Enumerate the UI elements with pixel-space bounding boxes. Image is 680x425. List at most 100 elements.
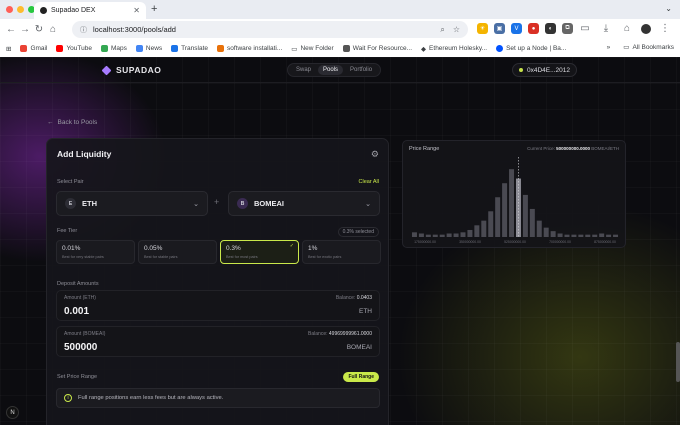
amount-bomeai-input[interactable]: 500000 [64, 342, 97, 353]
nextjs-dev-badge[interactable]: N [6, 406, 19, 419]
nav-pools[interactable]: Pools [318, 65, 344, 75]
histogram-bar [578, 234, 584, 237]
minimize-window-button[interactable] [17, 6, 24, 13]
amount-eth-label: Amount (ETH) [64, 295, 96, 301]
extension-badge-icon[interactable]: ▣ [494, 23, 505, 34]
x-tick-label: 700000000.00 [549, 240, 571, 244]
bookmark-news[interactable]: News [135, 45, 162, 52]
bookmark-translate[interactable]: Translate [171, 45, 208, 52]
fee-tier-1[interactable]: 1% Best for exotic pairs [302, 240, 381, 264]
new-tab-button[interactable]: + [151, 3, 157, 15]
base-icon [496, 45, 504, 52]
all-bookmarks[interactable]: » ▭ All Bookmarks [607, 43, 674, 52]
token-b-select[interactable]: B BOMEAI ⌄ [228, 191, 380, 216]
fee-tier-0-05[interactable]: 0.05% Best for stable pairs [138, 240, 217, 264]
token-a-select[interactable]: E ETH ⌄ [56, 191, 208, 216]
toolbar-right: ▭ ⤓ ⌂ ⋮ [578, 23, 672, 34]
histogram-bar [543, 227, 549, 237]
fee-tier-0-3[interactable]: 0.3% Best for most pairs ✓ [220, 240, 299, 264]
histogram-bar [550, 231, 556, 237]
reload-icon[interactable]: ↻ [32, 24, 46, 35]
fee-desc: Best for most pairs [226, 255, 258, 259]
bookmark-new-folder[interactable]: ▭ New Folder [291, 45, 333, 53]
download-icon[interactable]: ⤓ [599, 23, 613, 34]
browser-tab[interactable]: Supadao DEX ✕ [34, 2, 146, 19]
folder-icon: ▭ [623, 44, 630, 51]
check-icon: ✓ [289, 243, 294, 249]
amount-eth-symbol: ETH [359, 308, 372, 315]
address-bar[interactable]: ⓘ localhost:3000/pools/add ⌕ ☆ [72, 21, 468, 38]
eth-token-icon: E [65, 198, 76, 209]
forward-arrow-icon[interactable]: → [18, 24, 32, 35]
profile-lock-icon[interactable]: ⌂ [620, 23, 634, 34]
amount-bomeai-label: Amount (BOMEAI) [64, 331, 106, 337]
fee-value: 1% [308, 245, 318, 252]
home-icon[interactable]: ⌂ [46, 24, 60, 35]
bookmark-maps[interactable]: Maps [100, 45, 127, 52]
close-window-button[interactable] [6, 6, 13, 13]
avatar[interactable] [641, 23, 651, 34]
fee-value: 0.05% [144, 245, 163, 252]
histogram-bar [557, 233, 563, 237]
fee-tier-0-01[interactable]: 0.01% Best for very stable pairs [56, 240, 135, 264]
extension-dark-icon[interactable]: ◐ [545, 23, 556, 34]
bookmark-youtube[interactable]: YouTube [56, 45, 92, 52]
page-scrollbar[interactable] [676, 342, 680, 382]
wallet-button[interactable]: 0x4D4E...2012 [512, 63, 578, 77]
bookmark-star-icon[interactable]: ☆ [453, 25, 460, 35]
amount-eth-input[interactable]: 0.001 [64, 306, 89, 317]
url-text: localhost:3000/pools/add [93, 25, 176, 34]
fee-value: 0.3% [226, 245, 241, 252]
bookmark-gmail[interactable]: Gmail [20, 45, 47, 52]
apps-grid-icon[interactable]: ⊞ [6, 45, 11, 53]
news-icon [135, 45, 143, 52]
gmail-icon [20, 45, 28, 52]
x-tick-label: 875000000.00 [594, 240, 616, 244]
bookmark-wait-for-resource[interactable]: Wait For Resource... [342, 45, 412, 52]
histogram-bar [592, 234, 598, 237]
chevron-down-icon: ⌄ [193, 200, 199, 208]
amount-bomeai-box: Amount (BOMEAI) 500000 Balance: 49969999… [56, 326, 380, 357]
extension-red-icon[interactable]: ● [528, 23, 539, 34]
zoom-icon[interactable]: ⌕ [440, 25, 444, 35]
clear-all-button[interactable]: Clear All [359, 179, 379, 185]
chevron-down-icon: ⌄ [365, 200, 371, 208]
bookmark-set-up-node[interactable]: Set up a Node | Ba... [496, 45, 566, 52]
extensions-puzzle-icon[interactable]: ⧉ [562, 23, 573, 34]
eth-balance: Balance: 0.0403 [335, 295, 372, 301]
info-text: Full range positions earn less fees but … [78, 395, 224, 401]
histogram-bar [432, 234, 438, 237]
fee-desc: Best for stable pairs [144, 255, 178, 259]
extension-v-icon[interactable]: V [511, 23, 522, 34]
cast-icon[interactable]: ▭ [578, 23, 592, 34]
browser-chrome: Supadao DEX ✕ + ⌄ ← → ↻ ⌂ ⓘ localhost:30… [0, 0, 680, 57]
bookmark-software[interactable]: software installati... [217, 45, 282, 52]
tab-close-icon[interactable]: ✕ [133, 6, 140, 15]
amount-eth-box: Amount (ETH) 0.001 Balance: 0.0403 ETH [56, 290, 380, 321]
nav-swap[interactable]: Swap [291, 65, 316, 75]
menu-dots-icon[interactable]: ⋮ [658, 23, 672, 34]
settings-gear-icon[interactable]: ⚙ [371, 149, 379, 160]
token-b-symbol: BOMEAI [254, 199, 284, 208]
logo-diamond-icon [101, 65, 112, 75]
brand-logo[interactable]: SUPADAO [101, 65, 161, 75]
histogram-bar [453, 233, 459, 237]
histogram-bar [599, 233, 605, 237]
back-arrow-icon: ← [47, 119, 54, 126]
site-info-icon[interactable]: ⓘ [80, 25, 87, 35]
nav-portfolio[interactable]: Portfolio [345, 65, 377, 75]
panel-title: Add Liquidity [57, 149, 112, 159]
app-page: SUPADAO Swap Pools Portfolio 0x4D4E...20… [0, 57, 680, 425]
fee-desc: Best for exotic pairs [308, 255, 342, 259]
histogram-bar [502, 183, 508, 237]
back-to-pools-link[interactable]: ← Back to Pools [47, 119, 97, 126]
window-controls [6, 6, 35, 13]
histogram-bar [460, 232, 466, 237]
bookmark-ethereum-holesky[interactable]: ◆ Ethereum Holesky... [421, 45, 487, 53]
full-range-button[interactable]: Full Range [343, 372, 379, 382]
select-pair-label: Select Pair [57, 179, 84, 185]
back-arrow-icon[interactable]: ← [4, 24, 18, 35]
tab-search-icon[interactable]: ⌄ [665, 4, 672, 13]
extension-sun-icon[interactable]: ☀ [477, 23, 488, 34]
wallet-status-dot [519, 68, 523, 72]
